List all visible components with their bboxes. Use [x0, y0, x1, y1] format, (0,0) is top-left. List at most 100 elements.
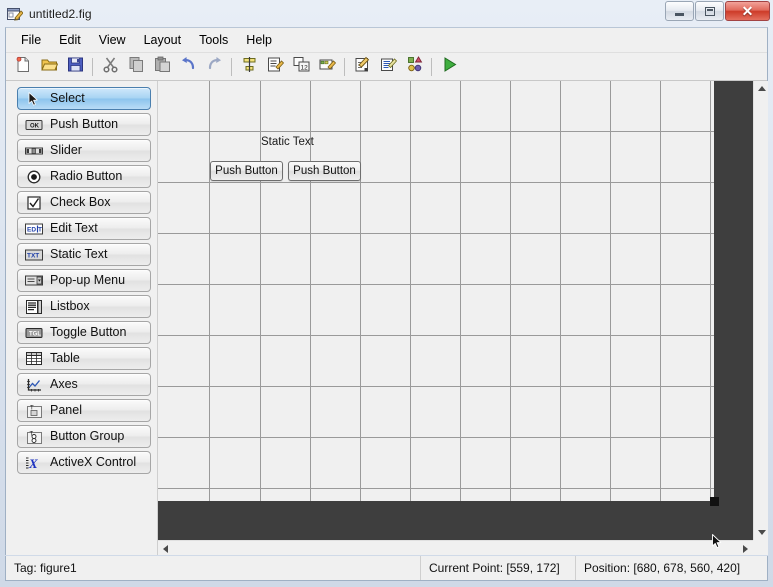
- guide-layout-editor-window: untitled2.fig ✕ File Edit View Layout To…: [0, 0, 773, 587]
- new-figure-button[interactable]: [11, 55, 35, 79]
- palette-item-table[interactable]: Table: [17, 347, 151, 370]
- menu-tools[interactable]: Tools: [190, 30, 237, 50]
- figure-resize-handle[interactable]: [710, 497, 719, 506]
- cut-button[interactable]: [98, 55, 122, 79]
- save-disk-icon: [67, 56, 84, 78]
- scroll-left-button[interactable]: [158, 541, 173, 555]
- maximize-button[interactable]: [695, 1, 724, 21]
- redo-button[interactable]: [202, 55, 226, 79]
- palette-item-slider[interactable]: Slider: [17, 139, 151, 162]
- palette-item-check-box[interactable]: Check Box: [17, 191, 151, 214]
- menu-bar: File Edit View Layout Tools Help: [6, 28, 767, 53]
- new-figure-icon: [15, 56, 32, 78]
- palette-item-label: Pop-up Menu: [50, 273, 126, 288]
- maximize-icon: [704, 6, 715, 16]
- property-inspector-icon: [380, 56, 397, 78]
- title-bar: untitled2.fig ✕: [0, 0, 773, 27]
- save-file-button[interactable]: [63, 55, 87, 79]
- toolbar-separator: [431, 57, 432, 76]
- toolbar-editor-button[interactable]: [315, 55, 339, 79]
- object-browser-button[interactable]: [402, 55, 426, 79]
- component-palette: Select OK Push Button Slider Radio Butto…: [6, 81, 158, 555]
- tab-order-editor-button[interactable]: 12: [289, 55, 313, 79]
- copy-button[interactable]: [124, 55, 148, 79]
- close-button[interactable]: ✕: [725, 1, 770, 21]
- palette-item-select[interactable]: Select: [17, 87, 151, 110]
- open-file-button[interactable]: [37, 55, 61, 79]
- scroll-down-arrow-icon: [757, 530, 766, 535]
- run-figure-button[interactable]: [437, 55, 461, 79]
- palette-item-axes[interactable]: Axes: [17, 373, 151, 396]
- palette-item-listbox[interactable]: Listbox: [17, 295, 151, 318]
- palette-item-popup-menu[interactable]: Pop-up Menu: [17, 269, 151, 292]
- palette-item-panel[interactable]: T Panel: [17, 399, 151, 422]
- menu-layout[interactable]: Layout: [135, 30, 191, 50]
- palette-item-label: ActiveX Control: [50, 455, 137, 470]
- client-area: File Edit View Layout Tools Help 12 Sele…: [5, 27, 768, 555]
- palette-item-toggle-button[interactable]: TGL Toggle Button: [17, 321, 151, 344]
- palette-item-radio-button[interactable]: Radio Button: [17, 165, 151, 188]
- align-objects-button[interactable]: [237, 55, 261, 79]
- button-group-icon: T: [24, 429, 44, 445]
- toolbar-separator: [344, 57, 345, 76]
- figure-push-button-1[interactable]: Push Button: [210, 161, 283, 181]
- cursor-arrow-icon: [24, 91, 44, 107]
- slider-icon: [24, 143, 44, 159]
- m-file-editor-button[interactable]: [350, 55, 374, 79]
- toolbar-separator: [231, 57, 232, 76]
- figure-static-text[interactable]: Static Text: [261, 136, 335, 148]
- canvas-horizontal-scrollbar[interactable]: [158, 540, 753, 555]
- guide-figure-icon: [7, 6, 24, 22]
- toolbar-separator: [92, 57, 93, 76]
- window-title: untitled2.fig: [29, 6, 92, 21]
- svg-text:TGL: TGL: [29, 331, 41, 337]
- figure-push-button-2[interactable]: Push Button: [288, 161, 361, 181]
- canvas-viewport[interactable]: Static Text Push Button Push Button: [158, 81, 753, 540]
- paste-button[interactable]: [150, 55, 174, 79]
- canvas-vertical-scrollbar[interactable]: [753, 81, 768, 540]
- status-tag: Tag: figure1: [6, 556, 421, 580]
- menu-editor-button[interactable]: [263, 55, 287, 79]
- m-file-editor-icon: [354, 56, 371, 78]
- axes-icon: [24, 377, 44, 393]
- undo-button[interactable]: [176, 55, 200, 79]
- redo-arrow-icon: [206, 56, 223, 78]
- palette-item-static-text[interactable]: TXT Static Text: [17, 243, 151, 266]
- activex-icon: X: [24, 455, 44, 471]
- palette-item-label: Check Box: [50, 195, 111, 210]
- push-button-icon: OK: [24, 117, 44, 133]
- static-text-icon: TXT: [24, 247, 44, 263]
- menu-edit[interactable]: Edit: [50, 30, 90, 50]
- palette-item-label: Listbox: [50, 299, 90, 314]
- scroll-right-arrow-icon: [743, 544, 748, 553]
- palette-item-label: Toggle Button: [50, 325, 127, 340]
- radio-button-icon: [24, 169, 44, 185]
- object-browser-icon: [406, 55, 423, 78]
- palette-item-push-button[interactable]: OK Push Button: [17, 113, 151, 136]
- undo-arrow-icon: [180, 56, 197, 78]
- svg-text:ED: ED: [27, 226, 36, 233]
- cut-scissors-icon: [102, 56, 119, 78]
- menu-help[interactable]: Help: [237, 30, 281, 50]
- menu-file[interactable]: File: [12, 30, 50, 50]
- svg-text:OK: OK: [30, 123, 40, 129]
- minimize-button[interactable]: [665, 1, 694, 21]
- toggle-button-icon: TGL: [24, 325, 44, 341]
- scroll-down-button[interactable]: [754, 525, 768, 540]
- svg-text:T: T: [38, 226, 42, 233]
- palette-item-label: Static Text: [50, 247, 108, 262]
- property-inspector-button[interactable]: [376, 55, 400, 79]
- scroll-right-button[interactable]: [738, 541, 753, 555]
- toolbar-editor-icon: [319, 56, 336, 78]
- palette-item-edit-text[interactable]: ED T Edit Text: [17, 217, 151, 240]
- palette-item-button-group[interactable]: T Button Group: [17, 425, 151, 448]
- menu-view[interactable]: View: [90, 30, 135, 50]
- panel-icon: T: [24, 403, 44, 419]
- figure-canvas[interactable]: Static Text Push Button Push Button: [158, 81, 719, 506]
- palette-item-activex-control[interactable]: X ActiveX Control: [17, 451, 151, 474]
- scroll-up-button[interactable]: [754, 81, 768, 96]
- scroll-up-arrow-icon: [757, 86, 766, 91]
- check-box-icon: [24, 195, 44, 211]
- palette-item-label: Push Button: [50, 117, 119, 132]
- window-controls: ✕: [664, 1, 770, 21]
